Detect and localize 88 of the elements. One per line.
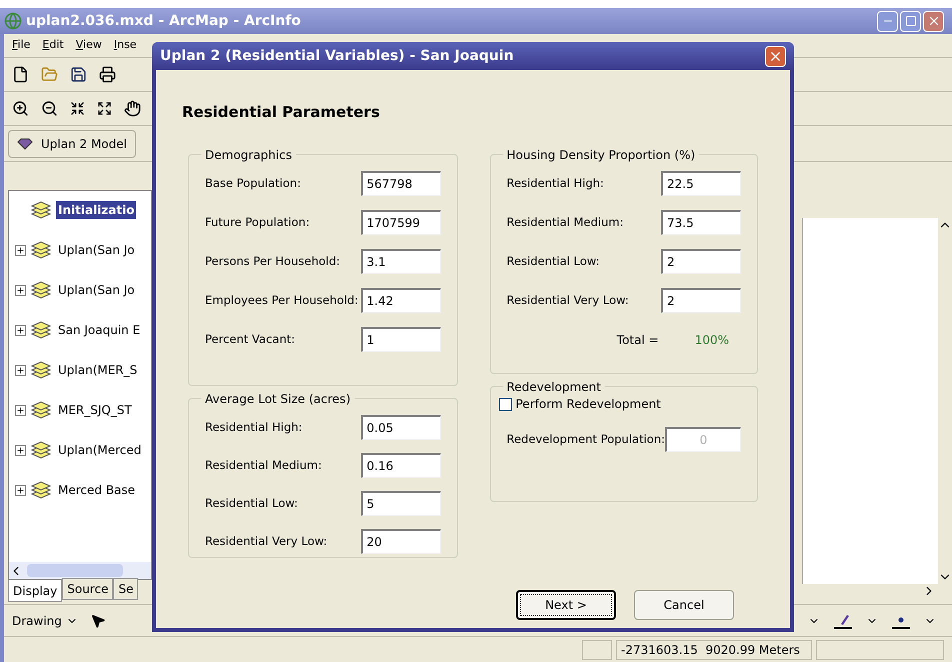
- expand-toggle-icon[interactable]: [15, 364, 26, 376]
- layer-item[interactable]: San Joaquin E: [56, 321, 142, 339]
- tab[interactable]: Se: [113, 578, 138, 600]
- field-label: Employees Per Household:: [205, 292, 358, 309]
- text-field[interactable]: 567798: [360, 171, 441, 196]
- total-value: 100%: [694, 332, 729, 349]
- text-field[interactable]: 5: [360, 491, 441, 516]
- text-field[interactable]: 2: [661, 249, 741, 274]
- tab[interactable]: Source: [62, 578, 114, 600]
- drawing-menu[interactable]: Drawing: [12, 612, 62, 630]
- layer-item[interactable]: Initializatio: [56, 201, 136, 219]
- field-label: Residential Low:: [506, 252, 600, 270]
- field-label: Residential Low:: [205, 494, 298, 512]
- field-label: Future Population:: [205, 214, 310, 231]
- layer-item[interactable]: Uplan(San Jo: [56, 241, 137, 259]
- field-label: Residential High:: [205, 418, 302, 436]
- layer-item[interactable]: Uplan(San Jo: [56, 281, 137, 299]
- field-label: Residential Medium:: [205, 456, 322, 474]
- dialog-button[interactable]: Next >: [516, 590, 616, 620]
- layers-icon: [30, 441, 52, 459]
- field-label: Redevelopment Population:: [506, 430, 665, 448]
- dialog-heading: Residential Parameters: [182, 103, 380, 121]
- layers-icon: [30, 401, 52, 419]
- expand-toggle-icon[interactable]: [15, 244, 26, 256]
- field-label: Residential Very Low:: [205, 532, 328, 550]
- maximize-icon: [904, 15, 916, 27]
- expand-toggle-icon[interactable]: [15, 444, 26, 456]
- horizontal-scrollbar[interactable]: [9, 562, 151, 579]
- checkbox[interactable]: [498, 398, 512, 410]
- layers-icon: [30, 241, 52, 259]
- field-label: Persons Per Household:: [205, 252, 340, 270]
- layers-icon: [30, 281, 52, 299]
- gem-icon: [17, 138, 33, 150]
- text-field[interactable]: 1707599: [360, 210, 441, 235]
- layer-item[interactable]: MER_SJQ_ST: [56, 401, 134, 419]
- status-coordinates: -2731603.15 9020.99 Meters: [616, 640, 812, 660]
- dialog-title: Uplan 2 (Residential Variables) - San Joaquin: [160, 46, 514, 66]
- text-field[interactable]: 20: [360, 529, 441, 554]
- text-field[interactable]: 3.1: [360, 249, 441, 274]
- layers-icon: [30, 361, 52, 379]
- layer-item[interactable]: Uplan(MER_S: [56, 361, 140, 379]
- expand-toggle-icon[interactable]: [15, 284, 26, 296]
- layer-item[interactable]: Merced Base: [56, 481, 138, 499]
- total-label: Total =: [616, 332, 659, 349]
- minimize-button[interactable]: [877, 10, 898, 32]
- close-button[interactable]: [765, 46, 786, 66]
- shrink-icon[interactable]: [70, 101, 85, 116]
- zoom-in-icon[interactable]: [12, 100, 29, 117]
- text-field[interactable]: 1.42: [360, 288, 441, 313]
- menu-item[interactable]: View: [76, 37, 102, 54]
- open-folder-icon[interactable]: [41, 66, 58, 83]
- pointer-icon[interactable]: [90, 612, 106, 628]
- text-field[interactable]: 0.05: [360, 415, 441, 440]
- text-field[interactable]: 1: [360, 327, 441, 352]
- expand-icon[interactable]: [97, 101, 112, 116]
- menu-item[interactable]: File: [12, 37, 30, 54]
- close-button[interactable]: [923, 10, 944, 32]
- status-panel: [582, 640, 612, 660]
- layers-icon: [30, 321, 52, 339]
- layer-item[interactable]: Uplan(Merced: [56, 441, 144, 459]
- window-title: uplan2.036.mxd - ArcMap - ArcInfo: [26, 12, 301, 30]
- checkbox-label: Perform Redevelopment: [516, 396, 661, 413]
- field-label: Residential Medium:: [506, 214, 624, 231]
- field-label: Residential High:: [506, 174, 604, 192]
- menu-item[interactable]: Inse: [114, 37, 137, 54]
- text-field[interactable]: 0.16: [360, 453, 441, 478]
- text-field[interactable]: 2: [661, 288, 741, 313]
- zoom-out-icon[interactable]: [41, 100, 58, 117]
- new-file-icon[interactable]: [12, 66, 29, 83]
- layers-icon: [30, 481, 52, 499]
- field-label: Percent Vacant:: [205, 330, 295, 348]
- field-label: Residential Very Low:: [506, 292, 629, 309]
- text-field[interactable]: 22.5: [661, 171, 741, 196]
- expand-toggle-icon[interactable]: [15, 324, 26, 336]
- field-label: Base Population:: [205, 174, 301, 192]
- layers-icon: [30, 201, 52, 219]
- save-icon[interactable]: [70, 66, 87, 83]
- tab[interactable]: Display: [8, 580, 62, 602]
- expand-toggle-icon[interactable]: [15, 484, 26, 496]
- text-field[interactable]: 73.5: [661, 210, 741, 235]
- maximize-button[interactable]: [900, 10, 921, 32]
- print-icon[interactable]: [99, 66, 116, 83]
- menu-item[interactable]: Edit: [42, 37, 64, 54]
- globe-icon: [4, 12, 22, 30]
- expand-toggle-icon[interactable]: [15, 404, 26, 416]
- dialog-button[interactable]: Cancel: [634, 590, 734, 620]
- hand-icon[interactable]: [124, 100, 141, 117]
- model-button[interactable]: Uplan 2 Model: [8, 130, 136, 158]
